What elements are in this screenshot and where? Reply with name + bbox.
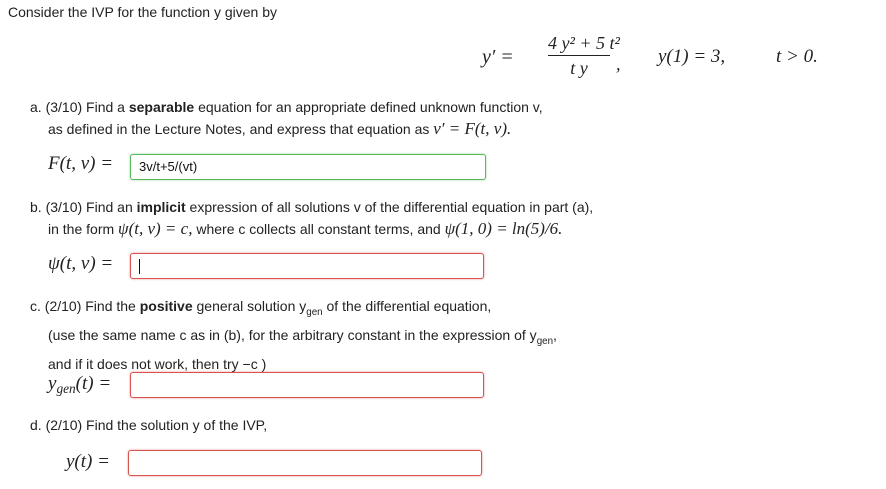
part-d-text: d. (2/10) Find the solution y of the IVP… [30, 417, 268, 433]
part-a-answer-value: 3v/t+5/(vt) [139, 159, 198, 174]
part-b-prefix: b. (3/10) Find an [30, 199, 137, 215]
part-b-line2-math2: ψ(1, 0) = ln(5)/6. [444, 219, 563, 238]
part-a-line2-math: v′ = F(t, v). [433, 119, 512, 138]
part-c-bold: positive [139, 298, 193, 314]
part-b-label: ψ(t, v) = [48, 253, 114, 274]
fraction-bar [548, 55, 610, 56]
part-d-answer-field[interactable] [128, 450, 482, 476]
part-a-bold: separable [128, 99, 195, 115]
part-a-suffix: equation for an appropriate defined unkn… [194, 99, 543, 115]
problem-header: Consider the IVP for the function y give… [8, 4, 278, 20]
part-c-line2-end: , [553, 327, 557, 343]
part-b-line2-pre: in the form [48, 221, 119, 237]
part-c-answer-field[interactable] [130, 372, 484, 398]
part-a-text: a. (3/10) Find a separable equation for … [30, 96, 543, 140]
ivp-lhs: y′ = [482, 46, 514, 68]
part-a-label: F(t, v) = [48, 153, 114, 174]
part-c-label-end: (t) = [75, 373, 112, 394]
domain-condition: t > 0. [776, 46, 818, 67]
part-b-suffix: expression of all solutions v of the dif… [185, 199, 594, 215]
part-b-line2-mid: where c collects all constant terms, and [192, 221, 445, 237]
part-b-line2-math1: ψ(t, v) = c, [118, 219, 193, 238]
part-c-label-sub: gen [56, 381, 76, 396]
part-c-label: ygen(t) = [48, 373, 111, 397]
ivp-denominator: t y [570, 58, 588, 78]
part-d-label: y(t) = [66, 451, 110, 472]
part-b-answer-field[interactable] [130, 253, 484, 279]
part-a-answer-field[interactable]: 3v/t+5/(vt) [130, 154, 486, 180]
part-c-line2: (use the same name c as in (b), for the … [48, 327, 537, 343]
part-c-line2-sub: gen [536, 336, 554, 347]
part-c-text: c. (2/10) Find the positive general solu… [30, 295, 557, 375]
part-c-suffix: general solution y [192, 298, 307, 314]
part-b-bold: implicit [136, 199, 186, 215]
text-caret [139, 259, 140, 275]
part-b-text: b. (3/10) Find an implicit expression of… [30, 196, 593, 240]
ivp-numerator: 4 y² + 5 t² [548, 33, 620, 53]
part-c-suffix-end: of the differential equation, [322, 298, 492, 314]
initial-condition: y(1) = 3, [658, 46, 726, 67]
part-a-prefix: a. (3/10) Find a [30, 99, 129, 115]
ivp-separator: , [616, 54, 621, 74]
ivp-fraction: 4 y² + 5 t² t y [548, 32, 620, 79]
ivp-equation: y′ = 4 y² + 5 t² t y , y(1) = 3, t > 0. [0, 32, 886, 92]
part-c-suffix-sub: gen [306, 307, 323, 318]
part-c-prefix: c. (2/10) Find the [30, 298, 140, 314]
part-a-line2: as defined in the Lecture Notes, and exp… [48, 121, 434, 137]
